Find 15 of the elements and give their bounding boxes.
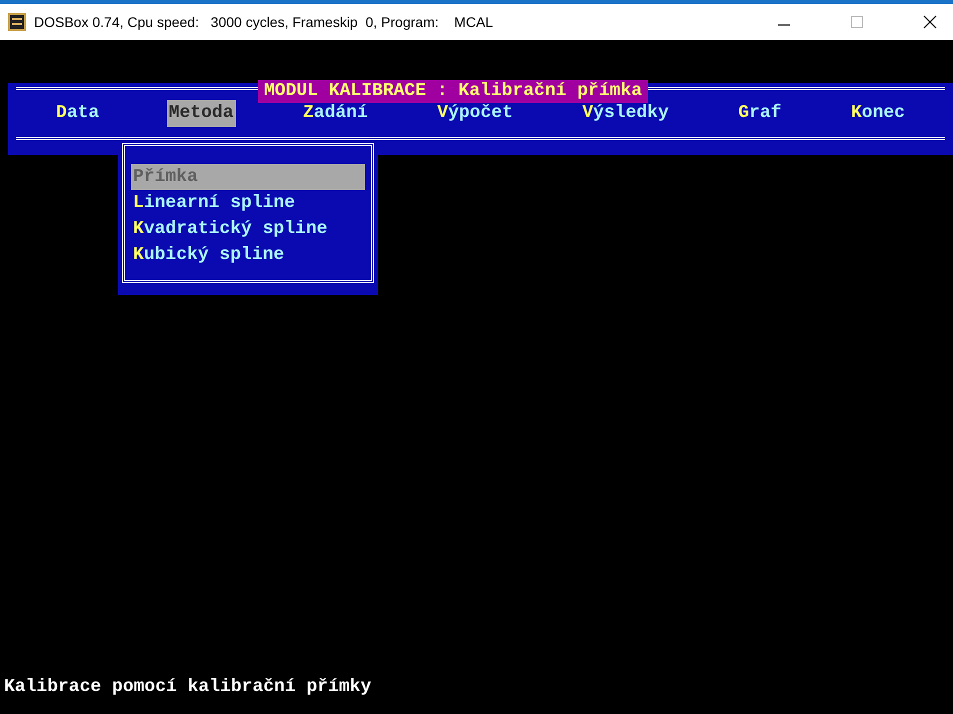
module-title: MODUL KALIBRACE : Kalibrační přímka — [258, 80, 648, 103]
menu-item[interactable]: Zadání — [300, 100, 370, 127]
menu-item[interactable]: Výpočet — [435, 100, 515, 127]
dropdown-item[interactable]: Kubický spline — [131, 242, 365, 268]
window-title: DOSBox 0.74, Cpu speed: 3000 cycles, Frameskip 0, Program: MCAL — [34, 12, 494, 32]
menu-item[interactable]: Výsledky — [580, 100, 671, 127]
status-line: Kalibrace pomocí kalibrační přímky — [4, 677, 372, 697]
menu-item[interactable]: Konec — [848, 100, 907, 127]
menu-item[interactable]: Metoda — [166, 100, 236, 127]
close-icon[interactable] — [923, 15, 937, 29]
dropdown-item[interactable]: Linearní spline — [131, 190, 365, 216]
menu-item[interactable]: Graf — [736, 100, 784, 127]
dosbox-icon — [8, 13, 26, 31]
menu-item[interactable]: Data — [54, 100, 102, 127]
dropdown-item[interactable]: Kvadratický spline — [131, 216, 365, 242]
